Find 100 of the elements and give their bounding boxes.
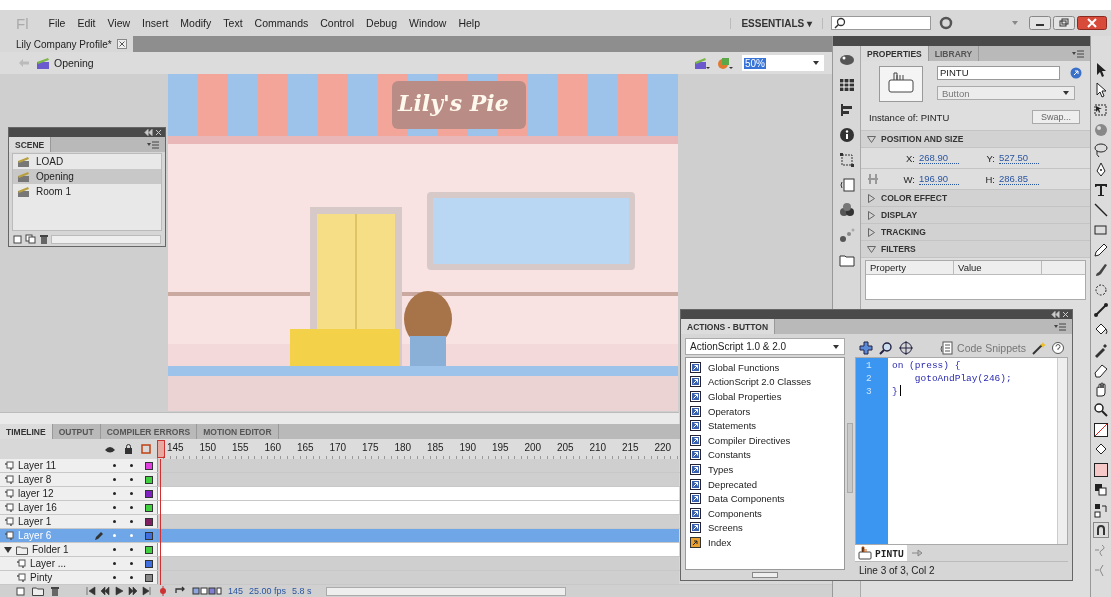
stroke-color-swatch-icon[interactable] <box>1093 422 1109 438</box>
current-frame-value[interactable]: 145 <box>228 586 244 596</box>
visibility-dot[interactable] <box>113 492 116 495</box>
snap-magnet-icon[interactable] <box>1093 522 1109 538</box>
splitter-handle[interactable] <box>752 572 778 578</box>
lock-dot[interactable] <box>130 464 133 467</box>
scene-list-item[interactable]: Opening <box>13 169 161 184</box>
visibility-dot[interactable] <box>113 562 116 565</box>
toolbox-item[interactable]: ActionScript 2.0 Classes <box>686 374 844 390</box>
toolbox-item[interactable]: Constants <box>686 447 844 463</box>
visibility-dot[interactable] <box>113 506 116 509</box>
collapse-handle[interactable] <box>847 423 853 493</box>
new-folder-icon[interactable] <box>32 586 44 596</box>
onion-layers-icon[interactable] <box>192 586 222 596</box>
visibility-dot[interactable] <box>113 520 116 523</box>
eyedropper-icon[interactable] <box>1093 342 1109 358</box>
scene-list-item[interactable]: Room 1 <box>13 184 161 199</box>
menu-item[interactable]: Window <box>403 17 453 29</box>
layer-color-swatch[interactable] <box>145 517 153 526</box>
menu-item[interactable]: Edit <box>71 17 102 29</box>
edit-symbol-icon[interactable] <box>716 56 734 70</box>
layer-row[interactable]: Layer 8 <box>0 473 157 486</box>
menu-item[interactable]: Text <box>217 17 249 29</box>
swatch-grid-icon[interactable] <box>838 77 855 93</box>
toolbox-item[interactable]: Types <box>686 462 844 477</box>
bone-icon[interactable] <box>1093 302 1109 318</box>
panel-menu-icon[interactable] <box>1054 322 1066 331</box>
layer-color-swatch[interactable] <box>145 559 153 568</box>
lock-dot[interactable] <box>130 548 133 551</box>
text-tool-icon[interactable] <box>1093 182 1109 198</box>
lasso-icon[interactable] <box>1093 142 1109 158</box>
section-header[interactable]: COLOR EFFECT <box>861 190 1090 207</box>
layer-row[interactable]: Layer 11 <box>0 459 157 472</box>
layer-color-swatch[interactable] <box>145 489 153 498</box>
swap-button[interactable]: Swap... <box>1032 110 1080 124</box>
toolbox-item[interactable]: Screens <box>686 520 844 536</box>
wand-icon[interactable] <box>1032 340 1046 355</box>
collapse-close-icon[interactable] <box>1051 311 1069 318</box>
elapsed-time-value[interactable]: 5.8 s <box>292 586 312 596</box>
layer-color-swatch[interactable] <box>145 545 153 554</box>
deco-icon[interactable] <box>1093 282 1109 298</box>
add-scene-icon[interactable] <box>13 234 23 244</box>
lock-dot[interactable] <box>130 576 133 579</box>
restore-icon[interactable] <box>1053 16 1075 30</box>
menu-item[interactable]: Modify <box>174 17 218 29</box>
language-dropdown[interactable]: ActionScript 1.0 & 2.0 <box>685 338 845 355</box>
layer-color-swatch[interactable] <box>145 531 153 540</box>
menu-item[interactable]: File <box>42 17 72 29</box>
menu-item[interactable]: Debug <box>360 17 404 29</box>
panel-tab[interactable]: ACTIONS - BUTTON <box>681 319 776 334</box>
layer-row[interactable]: layer 12 <box>0 487 157 500</box>
onion-skin-icon[interactable] <box>158 586 168 596</box>
toolbox-item[interactable]: Global Properties <box>686 389 844 404</box>
menu-item[interactable]: Control <box>314 17 361 29</box>
numeric-field[interactable]: 286.85 <box>999 173 1039 185</box>
scene-breadcrumb[interactable]: Opening <box>36 57 94 69</box>
layer-row[interactable]: Layer 16 <box>0 501 157 514</box>
visibility-dot[interactable] <box>113 576 116 579</box>
layer-row[interactable]: Layer 1 <box>0 515 157 528</box>
layer-color-swatch[interactable] <box>145 461 153 470</box>
new-layer-icon[interactable] <box>16 586 26 596</box>
menu-item[interactable]: Help <box>452 17 487 29</box>
section-header[interactable]: DISPLAY <box>861 207 1090 224</box>
default-colors-icon[interactable] <box>1093 482 1109 498</box>
step-forward-icon[interactable] <box>128 586 138 596</box>
section-header[interactable]: TRACKING <box>861 224 1090 241</box>
palette-icon[interactable] <box>838 52 855 68</box>
frame-rate-value[interactable]: 25.00 fps <box>249 586 287 596</box>
pencil-icon[interactable] <box>1093 242 1109 258</box>
play-icon[interactable] <box>114 586 124 596</box>
project-folder-icon[interactable] <box>838 252 855 268</box>
workspace-switcher[interactable]: ESSENTIALS ▾ <box>730 17 823 29</box>
numeric-field[interactable]: 527.50 <box>999 152 1039 164</box>
minimize-icon[interactable] <box>1029 16 1051 30</box>
motion-presets-icon[interactable] <box>838 227 855 243</box>
info-icon[interactable] <box>838 127 855 143</box>
edit-scene-icon[interactable] <box>694 56 710 70</box>
panel-tab[interactable]: PROPERTIES <box>861 46 929 61</box>
zoom-field[interactable]: 50% <box>742 55 824 71</box>
lock-dot[interactable] <box>130 520 133 523</box>
toolbox-item[interactable]: Data Components <box>686 491 844 506</box>
script-tab[interactable]: PINTU <box>855 545 907 561</box>
lock-dot[interactable] <box>130 534 133 537</box>
lock-dot[interactable] <box>130 562 133 565</box>
align-icon[interactable] <box>838 102 855 118</box>
code-editor[interactable]: 1 2 3 on (press) { gotoAndPlay(246); } <box>855 357 1068 545</box>
visibility-dot[interactable] <box>113 478 116 481</box>
horizontal-scrollbar[interactable] <box>51 234 161 244</box>
panel-tab[interactable]: LIBRARY <box>928 46 980 61</box>
instance-name-field[interactable]: PINTU <box>937 66 1060 80</box>
fill-color-swatch-icon[interactable] <box>1093 462 1109 478</box>
code-icon[interactable] <box>838 177 855 193</box>
numeric-field[interactable]: 268.90 <box>919 152 959 164</box>
frame-ruler[interactable]: 145 150 155 160 165 170 175 180 185 190 195 200 205 210 215 220 <box>157 439 679 459</box>
visibility-dot[interactable] <box>113 548 116 551</box>
toolbox-item[interactable]: Global Functions <box>686 360 844 375</box>
loop-icon[interactable] <box>174 586 186 596</box>
free-transform-icon[interactable] <box>1093 102 1109 118</box>
menu-item[interactable]: Commands <box>248 17 315 29</box>
panel-menu-icon[interactable] <box>147 140 159 149</box>
